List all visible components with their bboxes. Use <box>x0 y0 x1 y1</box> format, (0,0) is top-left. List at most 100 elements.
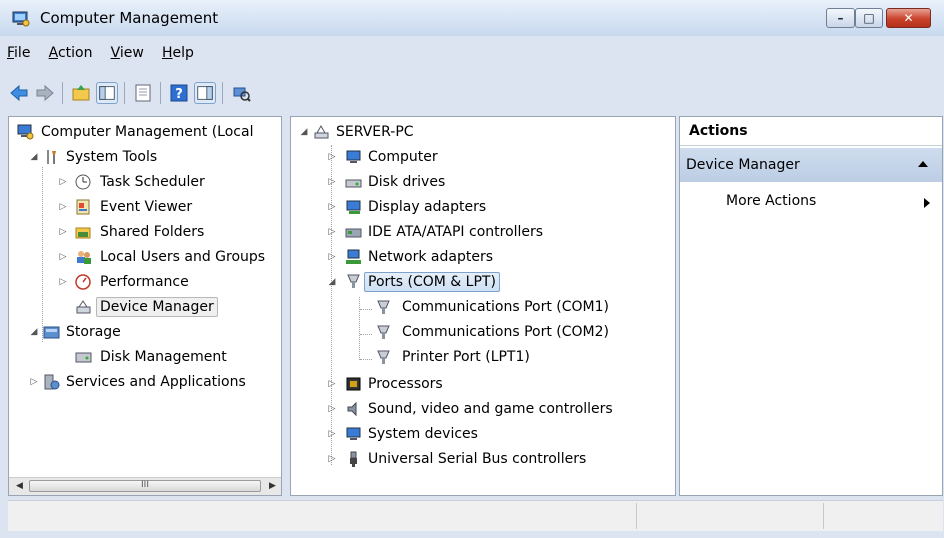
disk-drive-icon <box>345 179 362 188</box>
services-icon <box>44 374 60 390</box>
device-category-ide-controllers[interactable]: ▷ IDE ATA/ATAPI controllers <box>291 221 675 243</box>
device-category-system-devices[interactable]: ▷ System devices <box>291 423 675 445</box>
device-category-sound[interactable]: ▷ Sound, video and game controllers <box>291 398 675 420</box>
device-com2[interactable]: Communications Port (COM2) <box>291 321 675 343</box>
menu-view-label: iew <box>119 45 144 61</box>
close-button[interactable]: ✕ <box>886 8 931 28</box>
expand-arrow-icon[interactable]: ▷ <box>58 171 68 193</box>
device-category-network-adapters[interactable]: ▷ Network adapters <box>291 246 675 268</box>
device-category-display-adapters[interactable]: ▷ Display adapters <box>291 196 675 218</box>
tree-label: System devices <box>368 426 478 442</box>
device-tree-pane[interactable]: ◢ SERVER-PC ▷ Computer ▷ Disk drives ▷ D… <box>290 116 676 496</box>
forward-arrow-icon[interactable] <box>34 82 56 104</box>
collapse-arrow-icon[interactable]: ◢ <box>327 271 337 293</box>
minimize-button[interactable]: – <box>826 8 855 28</box>
tree-label: Network adapters <box>368 249 493 265</box>
show-hide-console-tree-icon[interactable] <box>96 82 118 104</box>
collapse-arrow-icon[interactable]: ◢ <box>29 321 39 343</box>
toolbar: ? <box>6 79 938 107</box>
tree-item-services-applications[interactable]: ▷ Services and Applications <box>9 371 281 393</box>
expand-arrow-icon[interactable]: ▷ <box>327 398 337 420</box>
expand-arrow-icon[interactable]: ▷ <box>327 373 337 395</box>
properties-icon[interactable] <box>132 82 154 104</box>
submenu-arrow-icon[interactable] <box>924 198 930 208</box>
tree-item-shared-folders[interactable]: ▷ Shared Folders <box>9 221 281 243</box>
expand-arrow-icon[interactable]: ▷ <box>327 246 337 268</box>
collapse-arrow-icon[interactable]: ◢ <box>29 146 39 168</box>
horizontal-scrollbar[interactable]: ◀ III ▶ <box>9 477 281 495</box>
expand-arrow-icon[interactable]: ▷ <box>58 246 68 268</box>
tree-label: Task Scheduler <box>100 174 205 190</box>
tree-label: Universal Serial Bus controllers <box>368 451 587 467</box>
tree-item-local-users-groups[interactable]: ▷ Local Users and Groups <box>9 246 281 268</box>
tree-item-storage[interactable]: ◢ Storage <box>9 321 281 343</box>
tree-label: Computer Management (Local <box>41 124 254 140</box>
minimize-icon: – <box>837 11 844 25</box>
tree-item-device-manager[interactable]: Device Manager <box>9 296 281 318</box>
tree-label: Services and Applications <box>66 374 246 390</box>
system-device-icon <box>346 427 361 440</box>
tree-label: Disk Management <box>100 349 227 365</box>
toolbar-separator <box>124 82 125 104</box>
tree-item-computer-management[interactable]: Computer Management (Local <box>9 121 281 143</box>
scrollbar-thumb[interactable]: III <box>29 480 261 492</box>
device-tree-root[interactable]: ◢ SERVER-PC <box>291 121 675 143</box>
network-adapter-icon <box>346 249 361 264</box>
tree-label-selected: Device Manager <box>96 297 218 317</box>
tree-item-event-viewer[interactable]: ▷ Event Viewer <box>9 196 281 218</box>
scan-hardware-changes-icon[interactable] <box>230 82 252 104</box>
expand-arrow-icon[interactable]: ▷ <box>58 271 68 293</box>
performance-icon <box>75 274 91 290</box>
toolbar-separator <box>160 82 161 104</box>
device-category-ports[interactable]: ◢ Ports (COM & LPT) <box>291 271 675 293</box>
show-hide-action-pane-icon[interactable] <box>194 82 216 104</box>
menu-file[interactable]: File <box>7 45 30 61</box>
server-icon <box>314 124 329 139</box>
menu-action[interactable]: Action <box>49 45 93 61</box>
expand-arrow-icon[interactable]: ▷ <box>58 196 68 218</box>
back-arrow-icon[interactable] <box>8 82 30 104</box>
expand-arrow-icon[interactable]: ▷ <box>327 146 337 168</box>
scroll-left-icon[interactable]: ◀ <box>11 478 28 495</box>
tree-item-task-scheduler[interactable]: ▷ Task Scheduler <box>9 171 281 193</box>
title-bar[interactable]: Computer Management – □ ✕ <box>0 0 944 36</box>
device-category-disk-drives[interactable]: ▷ Disk drives <box>291 171 675 193</box>
toolbar-separator <box>62 82 63 104</box>
actions-section-device-manager[interactable]: Device Manager <box>680 148 942 182</box>
collapse-arrow-icon[interactable]: ◢ <box>299 121 309 143</box>
clock-icon <box>75 174 91 190</box>
tree-label: Performance <box>100 274 189 290</box>
more-actions-link[interactable]: More Actions <box>726 193 816 209</box>
help-icon[interactable]: ? <box>168 82 190 104</box>
speaker-icon <box>347 401 357 417</box>
device-com1[interactable]: Communications Port (COM1) <box>291 296 675 318</box>
expand-arrow-icon[interactable]: ▷ <box>29 371 39 393</box>
collapse-triangle-icon[interactable] <box>918 161 928 167</box>
tree-item-disk-management[interactable]: Disk Management <box>9 346 281 368</box>
tree-label: Printer Port (LPT1) <box>402 349 530 365</box>
console-tree-pane[interactable]: Computer Management (Local ◢ System Tool… <box>8 116 282 496</box>
device-category-processors[interactable]: ▷ Processors <box>291 373 675 395</box>
up-folder-icon[interactable] <box>70 82 92 104</box>
actions-pane: Actions Device Manager More Actions <box>679 116 943 496</box>
disk-icon <box>75 352 92 363</box>
device-category-usb[interactable]: ▷ Universal Serial Bus controllers <box>291 448 675 470</box>
menu-view[interactable]: View <box>111 45 144 61</box>
expand-arrow-icon[interactable]: ▷ <box>327 448 337 470</box>
expand-arrow-icon[interactable]: ▷ <box>58 221 68 243</box>
device-lpt1[interactable]: Printer Port (LPT1) <box>291 346 675 368</box>
scroll-right-icon[interactable]: ▶ <box>264 478 281 495</box>
maximize-icon: □ <box>863 11 875 25</box>
expand-arrow-icon[interactable]: ▷ <box>327 171 337 193</box>
maximize-button[interactable]: □ <box>855 8 883 28</box>
expand-arrow-icon[interactable]: ▷ <box>327 423 337 445</box>
expand-arrow-icon[interactable]: ▷ <box>327 196 337 218</box>
device-category-computer[interactable]: ▷ Computer <box>291 146 675 168</box>
window-title: Computer Management <box>40 9 219 27</box>
menu-bar: File Action View Help <box>7 45 208 67</box>
tree-item-performance[interactable]: ▷ Performance <box>9 271 281 293</box>
tree-label: Computer <box>368 149 438 165</box>
menu-help[interactable]: Help <box>162 45 194 61</box>
expand-arrow-icon[interactable]: ▷ <box>327 221 337 243</box>
tree-item-system-tools[interactable]: ◢ System Tools <box>9 146 281 168</box>
